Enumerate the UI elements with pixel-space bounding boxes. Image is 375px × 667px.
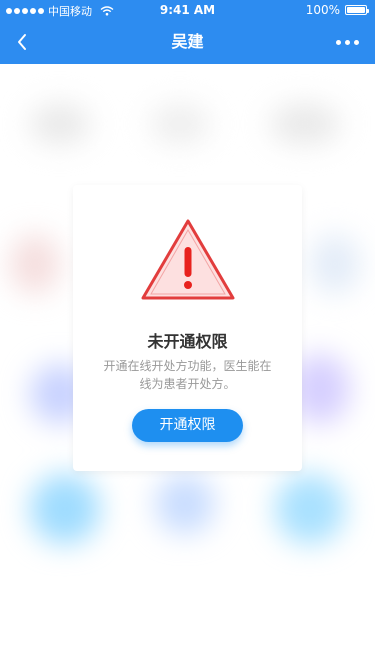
dialog-title: 未开通权限 xyxy=(147,332,228,351)
more-dot-icon xyxy=(354,39,359,45)
more-dot-icon xyxy=(336,39,341,45)
page-title: 吴建 xyxy=(171,32,204,51)
more-dot-icon xyxy=(345,39,350,45)
nav-bar: 吴建 xyxy=(0,20,375,64)
activate-permission-button[interactable]: 开通权限 xyxy=(132,409,243,442)
battery-status: 100% xyxy=(305,3,369,17)
battery-percent: 100% xyxy=(305,3,340,17)
warning-icon xyxy=(141,219,235,300)
status-bar: 中国移动 9:41 AM 100% xyxy=(0,0,375,20)
dialog-description: 开通在线开处方功能，医生能在线为患者开处方。 xyxy=(103,359,272,391)
more-button[interactable] xyxy=(336,28,359,56)
battery-icon xyxy=(345,5,369,15)
permission-dialog: 未开通权限 开通在线开处方功能，医生能在线为患者开处方。 开通权限 xyxy=(73,185,302,471)
